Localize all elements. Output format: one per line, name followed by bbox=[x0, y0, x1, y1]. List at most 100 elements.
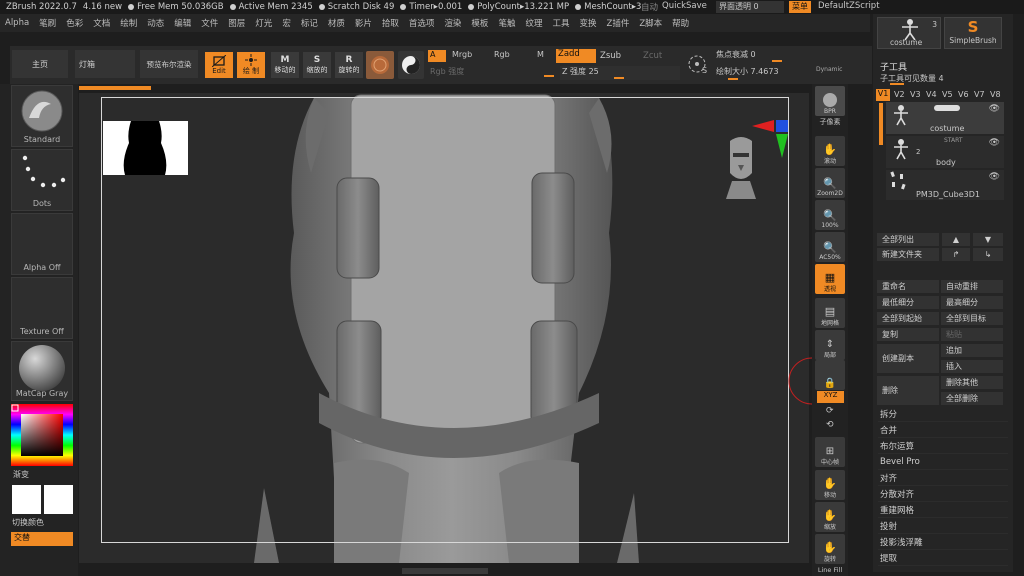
menu-preferences[interactable]: 首选项 bbox=[404, 17, 440, 29]
floor-grid-button[interactable]: ▤ 地网格 bbox=[815, 298, 845, 328]
subtool-scrollbar[interactable] bbox=[879, 103, 883, 145]
gradient-label[interactable]: 渐变 bbox=[13, 469, 29, 480]
material-swatch-button[interactable] bbox=[366, 51, 394, 79]
stroke-selector[interactable]: Dots bbox=[11, 149, 73, 211]
local-button[interactable]: ⇕ 局部 bbox=[815, 330, 845, 360]
version-v7[interactable]: V7 bbox=[974, 90, 985, 99]
menu-stroke[interactable]: 笔触 bbox=[493, 17, 520, 29]
menu-stencil[interactable]: 模板 bbox=[466, 17, 493, 29]
delete-others-button[interactable]: 删除其他 bbox=[941, 376, 1003, 389]
bottom-tray-handle[interactable] bbox=[402, 568, 488, 574]
auto-reorder-button[interactable]: 自动重排 bbox=[941, 280, 1003, 293]
menu-layer[interactable]: 图层 bbox=[223, 17, 250, 29]
material-selector[interactable]: MatCap Gray bbox=[11, 341, 73, 401]
menu-movie2[interactable]: 影片 bbox=[350, 17, 377, 29]
preview-bpr-button[interactable]: 预览布尔渲染 bbox=[140, 50, 198, 78]
delete-all-button[interactable]: 全部删除 bbox=[941, 392, 1003, 405]
home-button[interactable]: 主页 bbox=[12, 50, 68, 78]
version-v4[interactable]: V4 bbox=[926, 90, 937, 99]
brush-selector[interactable]: Standard bbox=[11, 85, 73, 147]
split-menu[interactable]: 拆分 bbox=[878, 407, 1008, 422]
move-up-icon[interactable]: ▲ bbox=[942, 233, 970, 246]
eye-icon[interactable]: 👁 bbox=[989, 172, 1000, 182]
delete-button[interactable]: 删除 bbox=[877, 376, 939, 405]
menu-render[interactable]: 渲染 bbox=[439, 17, 466, 29]
version-v3[interactable]: V3 bbox=[910, 90, 921, 99]
paste-button[interactable]: 粘贴 bbox=[941, 328, 1003, 341]
rotate-cw-icon[interactable]: ⟳ bbox=[826, 406, 834, 416]
all-to-start-button[interactable]: 全部到起始 bbox=[877, 312, 939, 325]
main-color-swatch[interactable] bbox=[12, 485, 41, 514]
subtool-item-cube[interactable]: PM3D_Cube3D1 👁 bbox=[886, 170, 1004, 200]
redirect-up-icon[interactable]: ↱ bbox=[942, 248, 970, 261]
secondary-color-swatch[interactable] bbox=[44, 485, 73, 514]
transparency-slider[interactable]: 界面透明 0 bbox=[716, 1, 784, 13]
append-button[interactable]: 追加 bbox=[941, 344, 1003, 357]
duplicate-button[interactable]: 创建副本 bbox=[877, 344, 939, 373]
lowest-subdiv-button[interactable]: 最低细分 bbox=[877, 296, 939, 309]
subtool-title[interactable]: 子工具 bbox=[880, 60, 907, 73]
menu-alpha[interactable]: Alpha bbox=[0, 18, 34, 28]
boolean-menu[interactable]: 布尔运算 bbox=[878, 439, 1008, 454]
menu-texture[interactable]: 纹理 bbox=[520, 17, 547, 29]
menu-help[interactable]: 帮助 bbox=[667, 17, 694, 29]
menu-zscript[interactable]: Z脚本 bbox=[634, 17, 667, 29]
menu-macro[interactable]: 宏 bbox=[277, 17, 296, 29]
color-picker[interactable] bbox=[11, 404, 73, 466]
m-toggle[interactable]: M bbox=[537, 50, 544, 59]
remesh-menu[interactable]: 重建网格 bbox=[878, 503, 1008, 518]
zcut-toggle[interactable]: Zcut bbox=[643, 51, 662, 61]
axis-gizmo-icon[interactable] bbox=[752, 118, 792, 158]
rgb-toggle[interactable]: Rgb bbox=[494, 50, 510, 59]
rgb-strength-slider[interactable]: Rgb 强度 bbox=[428, 66, 554, 78]
rotate-mode-button[interactable]: R 旋转的 bbox=[335, 52, 363, 78]
menu-material[interactable]: 材质 bbox=[323, 17, 350, 29]
mrgb-toggle[interactable]: Mrgb bbox=[452, 50, 472, 59]
xyz-symmetry-button[interactable]: XYZ bbox=[817, 391, 844, 403]
alternate-toggle[interactable]: 交替 bbox=[11, 532, 73, 546]
lock-button[interactable]: 🔒 bbox=[815, 360, 845, 390]
menu-edit[interactable]: 编辑 bbox=[169, 17, 196, 29]
version-v5[interactable]: V5 bbox=[942, 90, 953, 99]
highest-subdiv-button[interactable]: 最高细分 bbox=[941, 296, 1003, 309]
eye-icon[interactable]: 👁 bbox=[989, 104, 1000, 114]
switch-color-button[interactable]: 切换颜色 bbox=[12, 517, 44, 528]
extract-menu[interactable]: 提取 bbox=[878, 551, 1008, 566]
simplebrush-thumb[interactable]: S SimpleBrush bbox=[944, 17, 1002, 49]
move-mode-button[interactable]: M 移动的 bbox=[271, 52, 299, 78]
menu-movie[interactable]: 动态 bbox=[142, 17, 169, 29]
copy-button[interactable]: 复制 bbox=[877, 328, 939, 341]
projection-relief-menu[interactable]: 投影浅浮雕 bbox=[878, 535, 1008, 550]
edit-button[interactable]: Edit bbox=[205, 52, 233, 78]
project-menu[interactable]: 投射 bbox=[878, 519, 1008, 534]
scale-mode-button[interactable]: S 缩放的 bbox=[303, 52, 331, 78]
menu-picker[interactable]: 拾取 bbox=[377, 17, 404, 29]
move-down-icon[interactable]: ▼ bbox=[973, 233, 1003, 246]
menu-file[interactable]: 文件 bbox=[196, 17, 223, 29]
move-view-button[interactable]: ✋ 移动 bbox=[815, 470, 845, 500]
subtool-item-body[interactable]: 2 START body 👁 bbox=[886, 136, 1004, 168]
rotate-ccw-icon[interactable]: ⟲ bbox=[826, 420, 834, 430]
redirect-down-icon[interactable]: ↳ bbox=[973, 248, 1003, 261]
version-v8[interactable]: V8 bbox=[990, 90, 1001, 99]
zoom2d-button[interactable]: 🔍 Zoom2D bbox=[815, 168, 845, 198]
texture-selector[interactable]: Texture Off bbox=[11, 277, 73, 339]
rotate-view-button[interactable]: ✋ 旋转 bbox=[815, 534, 845, 564]
menu-color[interactable]: 色彩 bbox=[61, 17, 88, 29]
bevel-pro-menu[interactable]: Bevel Pro bbox=[878, 455, 1008, 470]
zadd-toggle[interactable]: Zadd bbox=[556, 49, 596, 63]
zsub-toggle[interactable]: Zsub bbox=[600, 51, 621, 61]
frame-button[interactable]: ⊞ 中心帧 bbox=[815, 437, 845, 467]
align-menu[interactable]: 对齐 bbox=[878, 471, 1008, 486]
lightbox-button[interactable]: 灯箱 bbox=[75, 50, 135, 78]
menu-document[interactable]: 文档 bbox=[88, 17, 115, 29]
all-to-target-button[interactable]: 全部到目标 bbox=[941, 312, 1003, 325]
menu-marker[interactable]: 标记 bbox=[296, 17, 323, 29]
current-tool-thumb[interactable]: 3 costume bbox=[877, 17, 941, 49]
new-folder-button[interactable]: 新建文件夹 bbox=[877, 248, 939, 261]
scroll-button[interactable]: ✋ 滚动 bbox=[815, 136, 845, 166]
quicksave-button[interactable]: QuickSave bbox=[662, 1, 707, 11]
actual-size-button[interactable]: 🔍 100% bbox=[815, 200, 845, 230]
menu-light[interactable]: 灯光 bbox=[250, 17, 277, 29]
color-mode-button[interactable] bbox=[398, 51, 424, 79]
